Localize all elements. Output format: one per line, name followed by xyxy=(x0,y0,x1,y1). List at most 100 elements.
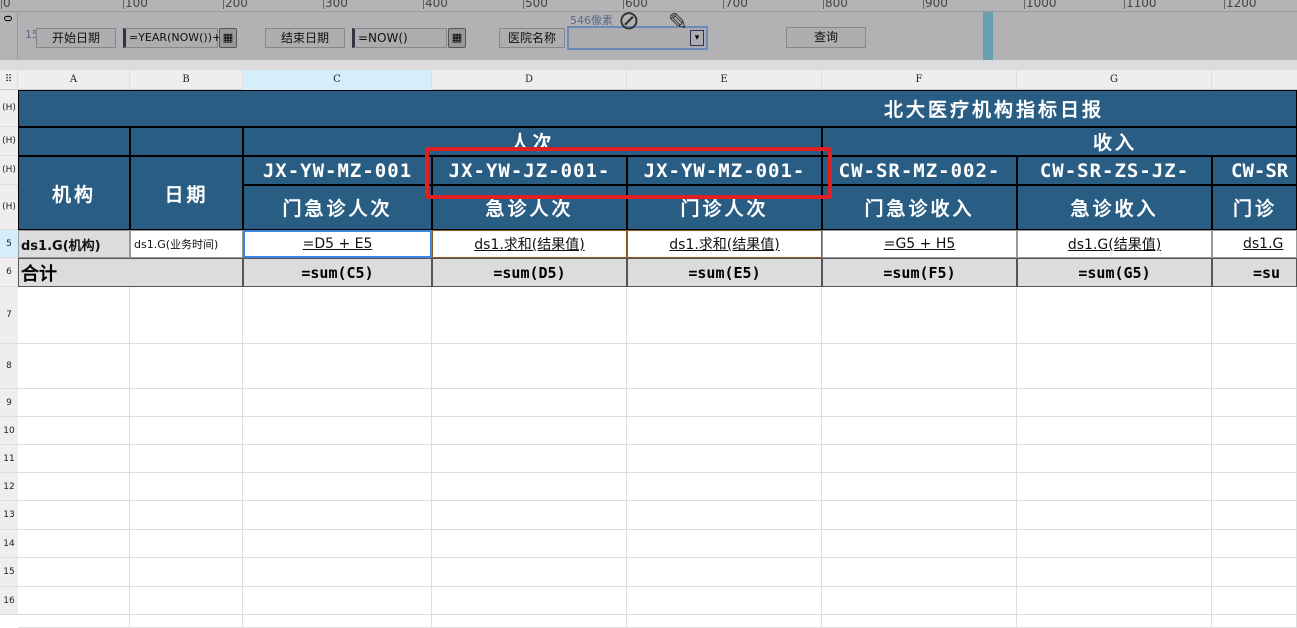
row-header[interactable]: (H) xyxy=(0,127,18,156)
grid-cell[interactable] xyxy=(18,344,130,389)
total-cell[interactable]: =sum(F5) xyxy=(822,258,1017,287)
grid-cell[interactable] xyxy=(627,501,822,530)
grid-cell[interactable] xyxy=(627,473,822,501)
grid-cell[interactable] xyxy=(1212,344,1297,389)
grid-cell[interactable] xyxy=(432,344,627,389)
cell-d5[interactable]: ds1.求和(结果值) xyxy=(432,230,627,258)
row-header[interactable]: 6 xyxy=(0,258,18,287)
grid-cell[interactable] xyxy=(1212,287,1297,344)
grid-cell[interactable] xyxy=(822,587,1017,615)
grid-cell[interactable] xyxy=(1212,501,1297,530)
grid-cell[interactable] xyxy=(1017,501,1212,530)
grid-cell[interactable] xyxy=(432,445,627,473)
grid-cell[interactable] xyxy=(822,389,1017,417)
grid-cell[interactable] xyxy=(130,558,243,587)
row-header[interactable]: 7 xyxy=(0,287,18,344)
grid-cell[interactable] xyxy=(627,615,822,628)
grid-cell[interactable] xyxy=(432,473,627,501)
hidden-eye-icon[interactable]: ⊘ xyxy=(618,6,640,36)
total-cell[interactable]: =su xyxy=(1212,258,1297,287)
row-header[interactable]: 16 xyxy=(0,587,18,615)
grid-cell[interactable] xyxy=(1017,558,1212,587)
total-cell[interactable]: =sum(G5) xyxy=(1017,258,1212,287)
row-header[interactable]: 13 xyxy=(0,501,18,530)
column-header-c[interactable]: C xyxy=(243,70,432,90)
grid-cell[interactable] xyxy=(18,287,130,344)
grid-cell[interactable] xyxy=(130,344,243,389)
grid-cell[interactable] xyxy=(243,417,432,445)
grid-cell[interactable] xyxy=(130,287,243,344)
grid-cell[interactable] xyxy=(432,417,627,445)
grid-cell[interactable] xyxy=(18,558,130,587)
grid-cell[interactable] xyxy=(822,558,1017,587)
column-header-d[interactable]: D xyxy=(432,70,627,90)
grid-cell[interactable] xyxy=(627,389,822,417)
row-header[interactable]: 14 xyxy=(0,530,18,558)
grid-cell[interactable] xyxy=(1017,389,1212,417)
query-button[interactable]: 查询 xyxy=(786,27,866,48)
grid-cell[interactable] xyxy=(18,615,130,628)
grid-cell[interactable] xyxy=(1017,445,1212,473)
row-header[interactable]: (H) xyxy=(0,185,18,230)
row-header[interactable]: (H) xyxy=(0,90,18,127)
grid-cell[interactable] xyxy=(1212,473,1297,501)
grid-cell[interactable] xyxy=(1017,615,1212,628)
cell-e5[interactable]: ds1.求和(结果值) xyxy=(627,230,822,258)
grid-cell[interactable] xyxy=(822,287,1017,344)
row-header[interactable]: 5 xyxy=(0,230,18,258)
grid-cell[interactable] xyxy=(822,615,1017,628)
grid-cell[interactable] xyxy=(627,558,822,587)
grid-cell[interactable] xyxy=(627,417,822,445)
row-header[interactable]: 11 xyxy=(0,445,18,473)
grid-cell[interactable] xyxy=(627,530,822,558)
grid-cell[interactable] xyxy=(432,587,627,615)
grid-cell[interactable] xyxy=(130,417,243,445)
grid-cell[interactable] xyxy=(627,344,822,389)
column-header-b[interactable]: B xyxy=(130,70,243,90)
grid-cell[interactable] xyxy=(130,615,243,628)
column-header-g[interactable]: G xyxy=(1017,70,1212,90)
grid-cell[interactable] xyxy=(627,587,822,615)
grid-cell[interactable] xyxy=(243,389,432,417)
row-header[interactable]: 10 xyxy=(0,417,18,445)
cell-c5-selected[interactable]: =D5 + E5 xyxy=(243,230,432,258)
grid-cell[interactable] xyxy=(432,501,627,530)
grid-cell[interactable] xyxy=(130,587,243,615)
grid-cell[interactable] xyxy=(627,445,822,473)
total-cell[interactable]: =sum(C5) xyxy=(243,258,432,287)
grid-cell[interactable] xyxy=(1212,530,1297,558)
grid-cell[interactable] xyxy=(1212,558,1297,587)
row-header[interactable]: 15 xyxy=(0,558,18,587)
row-header[interactable]: 8 xyxy=(0,344,18,389)
row-header[interactable]: (H) xyxy=(0,156,18,185)
grid-cell[interactable] xyxy=(627,287,822,344)
grid-cell[interactable] xyxy=(1017,287,1212,344)
start-date-input[interactable]: =YEAR(NOW())+ xyxy=(123,28,221,48)
row-header[interactable]: 9 xyxy=(0,389,18,417)
grid-cell[interactable] xyxy=(1017,344,1212,389)
cell-b5[interactable]: ds1.G(业务时间) xyxy=(130,230,243,258)
grid-cell[interactable] xyxy=(130,389,243,417)
grid-cell[interactable] xyxy=(432,615,627,628)
calendar-icon[interactable]: ▦ xyxy=(448,28,466,48)
calendar-icon[interactable]: ▦ xyxy=(219,28,237,48)
cell-f5[interactable]: =G5 + H5 xyxy=(822,230,1017,258)
grid-cell[interactable] xyxy=(432,287,627,344)
pencil-icon[interactable]: ✎ xyxy=(668,8,688,36)
grid-cell[interactable] xyxy=(432,389,627,417)
cell-g5[interactable]: ds1.G(结果值) xyxy=(1017,230,1212,258)
grid-cell[interactable] xyxy=(1212,417,1297,445)
grid-cell[interactable] xyxy=(130,501,243,530)
grid-cell[interactable] xyxy=(822,445,1017,473)
total-cell[interactable]: =sum(D5) xyxy=(432,258,627,287)
grid-cell[interactable] xyxy=(1212,445,1297,473)
grid-cell[interactable] xyxy=(822,417,1017,445)
column-header-f[interactable]: F xyxy=(822,70,1017,90)
grid-cell[interactable] xyxy=(1017,417,1212,445)
grid-cell[interactable] xyxy=(243,445,432,473)
empty-grid[interactable] xyxy=(18,287,1297,628)
grid-cell[interactable] xyxy=(18,417,130,445)
dropdown-icon[interactable]: ▾ xyxy=(690,30,704,46)
grid-cell[interactable] xyxy=(243,473,432,501)
grid-cell[interactable] xyxy=(432,530,627,558)
